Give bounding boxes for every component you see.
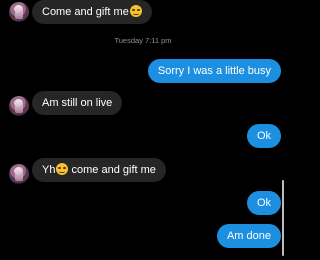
sender-avatar[interactable] [9, 2, 29, 22]
incoming-message[interactable]: Am still on live [32, 91, 123, 115]
outgoing-message[interactable]: Ok [246, 124, 281, 148]
message-text: Sorry I was a little busy [157, 65, 271, 77]
smirk-face-emoji-icon [129, 5, 142, 17]
message-text: come and gift me [68, 164, 156, 176]
message-text: Ok [256, 197, 271, 209]
incoming-message[interactable]: Come and gift me [32, 0, 152, 24]
message-timestamp: Tuesday 7:11 pm [114, 36, 172, 45]
message-text: Yh [42, 164, 56, 176]
incoming-message[interactable]: Yh come and gift me [32, 158, 166, 182]
message-text: Ok [256, 130, 271, 142]
chat-thread[interactable]: Come and gift me Tuesday 7:11 pm Sorry I… [0, 0, 286, 260]
sender-avatar[interactable] [9, 96, 29, 116]
scrollbar[interactable] [282, 180, 284, 256]
message-text: Am still on live [42, 97, 113, 109]
outgoing-message[interactable]: Sorry I was a little busy [147, 59, 281, 83]
sender-avatar[interactable] [9, 164, 29, 184]
outgoing-message[interactable]: Ok [246, 191, 281, 215]
message-text: Come and gift me [42, 6, 129, 18]
message-text: Am done [226, 230, 271, 242]
tired-face-emoji-icon [56, 163, 69, 175]
outgoing-message[interactable]: Am done [216, 224, 281, 248]
